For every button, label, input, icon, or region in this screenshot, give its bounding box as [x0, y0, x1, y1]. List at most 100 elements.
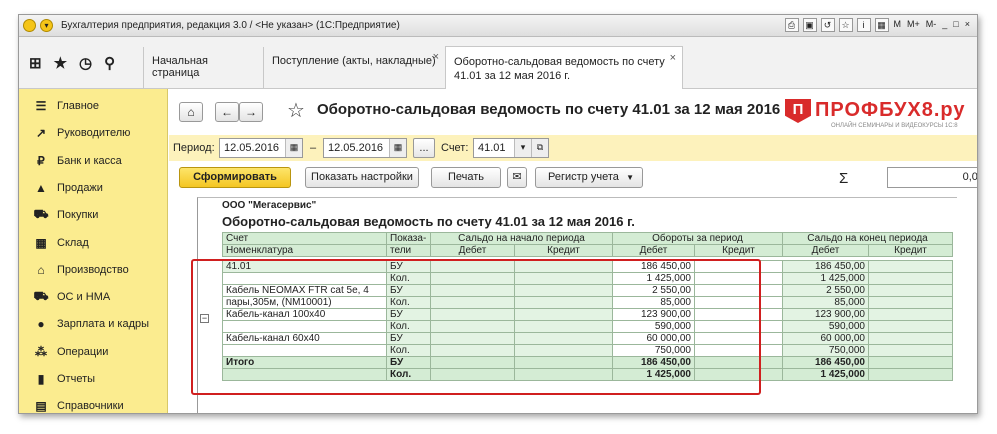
window-title: Бухгалтерия предприятия, редакция 3.0 / …: [61, 20, 400, 31]
date-from-field[interactable]: 12.05.2016 ▦: [219, 138, 303, 158]
favorites-icon[interactable]: ☆: [838, 18, 853, 32]
closing-debit: 1 425,000: [782, 368, 869, 381]
minimize-button[interactable]: _: [941, 18, 948, 32]
tab-report[interactable]: Оборотно-сальдовая ведомость по счету 41…: [445, 46, 683, 90]
show-settings-button[interactable]: Показать настройки: [305, 167, 419, 188]
tab-receipts[interactable]: Поступление (акты, накладные) ×: [263, 47, 445, 89]
closing-debit: 750,000: [782, 344, 869, 357]
memory-plus-button[interactable]: M+: [906, 18, 921, 32]
sidebar-item-label: Производство: [57, 263, 129, 276]
close-icon[interactable]: ×: [670, 51, 676, 65]
account-label: Счет:: [441, 142, 469, 154]
history-clock-icon[interactable]: ◷: [79, 54, 92, 72]
operations-icon: ⁂: [35, 344, 47, 359]
date-to-value: 12.05.2016: [328, 142, 384, 154]
print-icon[interactable]: ⎙: [784, 18, 799, 32]
sidebar-item[interactable]: ▲ Продажи: [19, 175, 168, 201]
header-nomenclature: Номенклатура: [222, 244, 387, 257]
menu-icon: ☰: [35, 99, 47, 113]
header-account: Счет: [222, 232, 387, 245]
account-field[interactable]: 41.01 ▾ ⧉: [473, 138, 549, 158]
close-icon[interactable]: ×: [433, 51, 439, 63]
closing-debit: 123 900,00: [782, 308, 869, 321]
closing-credit: [868, 356, 953, 369]
favorites-star-icon[interactable]: ★: [54, 54, 67, 72]
bag-icon: ▲: [35, 180, 47, 195]
generate-button[interactable]: Сформировать: [179, 167, 291, 188]
sum-icon: Σ: [839, 170, 849, 187]
calendar-icon[interactable]: ▦: [389, 139, 406, 157]
sidebar-item[interactable]: ⛟ ОС и НМА: [19, 284, 168, 310]
date-to-field[interactable]: 12.05.2016 ▦: [323, 138, 407, 158]
add-favorite-icon[interactable]: ☆: [287, 98, 305, 123]
save-icon[interactable]: ▣: [802, 18, 817, 32]
main-menu-icon[interactable]: ▾: [40, 19, 53, 32]
info-icon[interactable]: i: [856, 18, 871, 32]
sidebar-item[interactable]: ● Зарплата и кадры: [19, 311, 168, 337]
forward-button[interactable]: →: [239, 102, 263, 122]
tab-label: Поступление (акты, накладные): [272, 55, 436, 67]
closing-debit: 1 425,000: [782, 272, 869, 285]
apps-grid-icon[interactable]: ⊞: [29, 54, 42, 72]
email-icon[interactable]: ✉: [507, 167, 527, 188]
search-icon[interactable]: ⚲: [104, 54, 115, 72]
header-opening-credit: Кредит: [514, 244, 613, 257]
warehouse-icon: ▦: [35, 235, 47, 250]
register-label: Регистр учета: [548, 171, 619, 183]
sidebar-item-label: Справочники: [57, 400, 124, 413]
sidebar-item-label: Продажи: [57, 181, 103, 194]
sidebar-item[interactable]: ↗ Руководителю: [19, 120, 168, 146]
close-button[interactable]: ×: [964, 18, 971, 32]
closing-debit: 186 450,00: [782, 356, 869, 369]
tab-home[interactable]: Начальная страница: [143, 47, 263, 89]
back-button[interactable]: ←: [215, 102, 239, 122]
sidebar-item[interactable]: ▤ Справочники: [19, 393, 168, 414]
closing-credit: [868, 344, 953, 357]
org-name: ООО "Мегасервис": [222, 200, 317, 211]
calendar-icon[interactable]: ▦: [285, 139, 302, 157]
chart-icon: ↗: [35, 126, 47, 141]
register-dropdown[interactable]: Регистр учета ▼: [535, 167, 643, 188]
book-icon: ▤: [35, 399, 47, 414]
sidebar-item-label: Склад: [57, 236, 89, 249]
header-closing-debit: Дебет: [782, 244, 869, 257]
coin-icon: ₽: [37, 153, 45, 168]
sidebar-item[interactable]: ⛟ Покупки: [19, 202, 168, 228]
truck-icon: ⛟: [33, 289, 49, 304]
header-indicators: Показа-: [386, 232, 431, 245]
brand-name: ПРОФБУХ8.ру: [815, 99, 966, 121]
sidebar: ☰ Главное ↗ Руководителю ₽ Банк и касса ▲ Прода…: [19, 89, 168, 414]
tab-bar: ⊞ ★ ◷ ⚲ Начальная страница Поступление (…: [19, 37, 977, 90]
open-link-icon[interactable]: ⧉: [531, 139, 548, 157]
closing-debit: 2 550,00: [782, 284, 869, 297]
home-button[interactable]: ⌂: [179, 102, 203, 122]
sidebar-item-label: Главное: [57, 100, 100, 112]
history-icon[interactable]: ↺: [820, 18, 835, 32]
header-turnover-credit: Кредит: [694, 244, 783, 257]
sidebar-item[interactable]: ▦ Склад: [19, 230, 168, 256]
sidebar-item[interactable]: ₽ Банк и касса: [19, 148, 168, 174]
memory-button[interactable]: M: [893, 18, 903, 32]
sidebar-item-label: ОС и НМА: [57, 291, 111, 304]
calc-icon[interactable]: ▦: [874, 18, 889, 32]
app-window: ▾ Бухгалтерия предприятия, редакция 3.0 …: [18, 14, 978, 414]
factory-icon: ⌂: [37, 262, 45, 277]
brand-tagline: ОНЛАЙН СЕМИНАРЫ И ВИДЕОКУРСЫ 1С:8: [831, 123, 958, 129]
period-select-button[interactable]: ...: [413, 138, 435, 158]
account-value: 41.01: [478, 142, 506, 154]
closing-credit: [868, 332, 953, 345]
sidebar-item[interactable]: ▮ Отчеты: [19, 366, 168, 392]
closing-debit: 186 450,00: [782, 260, 869, 273]
memory-minus-button[interactable]: M-: [925, 18, 938, 32]
print-button[interactable]: Печать: [431, 167, 501, 188]
nav-buttons: ⌂ ← →: [179, 101, 263, 123]
closing-debit: 590,000: [782, 320, 869, 333]
closing-debit: 85,000: [782, 296, 869, 309]
maximize-button[interactable]: □: [952, 18, 959, 32]
window-controls: ⎙ ▣ ↺ ☆ i ▦ M M+ M- _ □ ×: [784, 18, 971, 32]
sidebar-item[interactable]: ⁂ Операции: [19, 339, 168, 365]
dropdown-icon[interactable]: ▾: [514, 139, 531, 157]
sidebar-item[interactable]: ⌂ Производство: [19, 257, 168, 283]
header-indicators-2: тели: [386, 244, 431, 257]
sidebar-item[interactable]: ☰ Главное: [19, 93, 168, 119]
